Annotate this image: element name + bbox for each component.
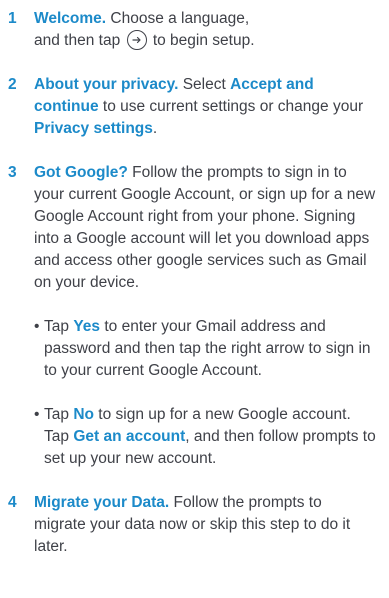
step-lead: Migrate your Data. — [34, 494, 170, 511]
step-text: Select — [178, 76, 231, 93]
setup-instructions: 1 Welcome. Choose a language, and then t… — [0, 0, 389, 598]
term-no: No — [73, 406, 94, 423]
step-body: Welcome. Choose a language, and then tap… — [34, 8, 377, 52]
step-text: Choose a language, — [106, 10, 250, 27]
step-number: 1 — [8, 10, 17, 27]
bullet-yes: • Tap Yes to enter your Gmail address an… — [34, 316, 377, 382]
step-lead: Got Google? — [34, 164, 128, 181]
step-welcome: 1 Welcome. Choose a language, and then t… — [8, 8, 377, 52]
step-number: 3 — [8, 164, 17, 181]
step-text: to begin setup. — [152, 32, 255, 49]
step-privacy: 2 About your privacy. Select Accept and … — [8, 74, 377, 140]
term-get-an-account: Get an account — [73, 428, 186, 445]
step-body: Got Google? Follow the prompts to sign i… — [34, 162, 377, 294]
step-migrate: 4 Migrate your Data. Follow the prompts … — [8, 492, 377, 558]
step-number: 4 — [8, 494, 17, 511]
arrow-right-circle-icon — [126, 30, 147, 50]
step-text: Follow the prompts to sign in to your cu… — [34, 164, 376, 291]
step-body: Migrate your Data. Follow the prompts to… — [34, 492, 377, 558]
step-lead: About your privacy. — [34, 76, 179, 93]
step-lead: Welcome. — [34, 10, 107, 27]
term-yes: Yes — [73, 318, 101, 335]
bullet-text: Tap — [44, 318, 74, 335]
step-text: and then tap — [34, 32, 121, 49]
step-number: 2 — [8, 76, 17, 93]
term-privacy-settings: Privacy settings — [34, 120, 153, 137]
step-body: About your privacy. Select Accept and co… — [34, 74, 377, 140]
bullet-text: Tap — [44, 406, 74, 423]
step-text: to use current settings or change your — [98, 98, 364, 115]
bullet-dot: • — [34, 406, 40, 423]
bullet-no: • Tap No to sign up for a new Google acc… — [34, 404, 377, 470]
step-text: . — [152, 120, 158, 137]
bullet-dot: • — [34, 318, 40, 335]
step-google: 3 Got Google? Follow the prompts to sign… — [8, 162, 377, 470]
